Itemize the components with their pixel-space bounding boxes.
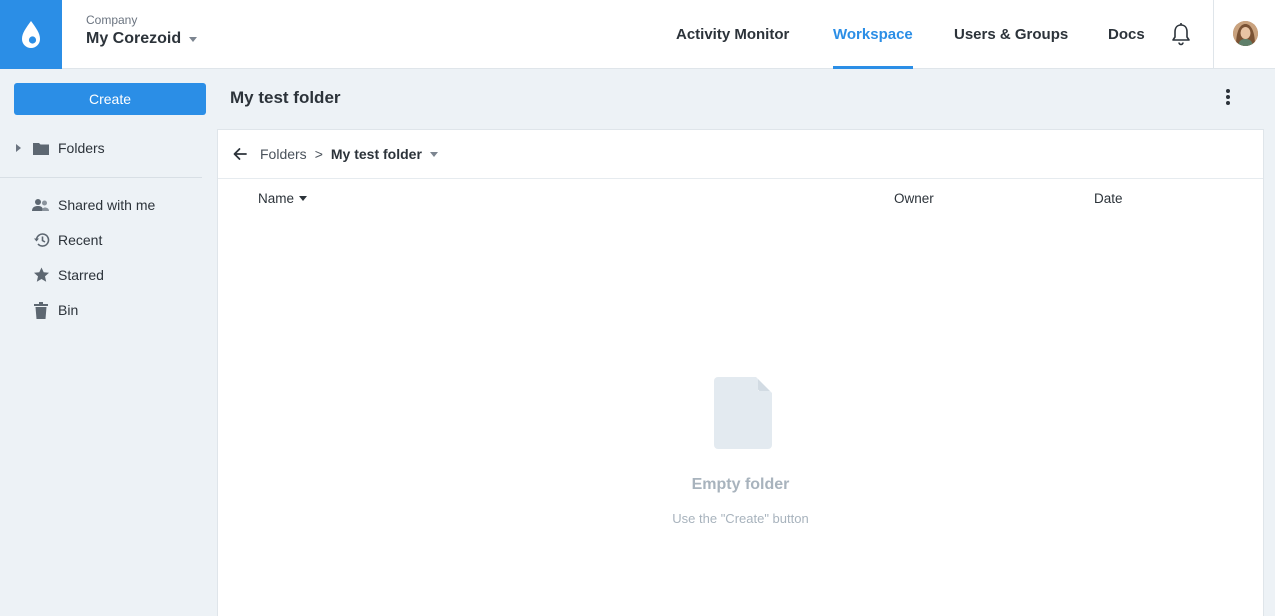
logo-drop-icon — [22, 20, 40, 48]
breadcrumb: Folders > My test folder — [218, 130, 1263, 179]
nav-label: Docs — [1108, 26, 1145, 43]
company-label: Company — [86, 13, 138, 27]
create-button[interactable]: Create — [14, 83, 206, 115]
sidebar-item-label: Folders — [58, 140, 105, 156]
column-header-name[interactable]: Name — [258, 191, 308, 206]
logo[interactable] — [0, 0, 62, 69]
top-header: Company My Corezoid Activity Monitor Wor… — [0, 0, 1275, 69]
sidebar-item-label: Bin — [58, 302, 79, 318]
sidebar-item-folders[interactable]: Folders — [14, 136, 204, 160]
sidebar-item-label: Recent — [58, 232, 103, 248]
chevron-down-icon — [189, 36, 198, 42]
sort-desc-icon — [299, 196, 308, 201]
avatar[interactable] — [1233, 21, 1258, 46]
breadcrumb-current-label: My test folder — [330, 146, 422, 162]
back-button[interactable] — [232, 146, 248, 162]
folder-icon — [32, 139, 50, 157]
sidebar-item-bin[interactable]: Bin — [14, 298, 204, 322]
notifications-button[interactable] — [1170, 22, 1192, 46]
more-dot — [1226, 89, 1230, 93]
company-name: My Corezoid — [86, 30, 182, 47]
trash-icon — [32, 301, 50, 319]
column-header-owner[interactable]: Owner — [894, 191, 934, 206]
users-icon — [32, 196, 50, 214]
empty-state-title: Empty folder — [691, 476, 790, 493]
sidebar-item-shared[interactable]: Shared with me — [14, 193, 204, 217]
page-title: My test folder — [230, 88, 341, 107]
column-label: Date — [1094, 191, 1123, 206]
empty-file-icon — [714, 377, 772, 449]
column-header-date[interactable]: Date — [1094, 191, 1123, 206]
nav-label: Activity Monitor — [676, 26, 790, 43]
sidebar-item-label: Shared with me — [58, 197, 156, 213]
chevron-down-icon — [429, 151, 438, 157]
empty-state-subtitle: Use the "Create" button — [672, 511, 809, 526]
bell-icon — [1172, 23, 1190, 46]
star-icon — [32, 266, 50, 284]
history-icon — [32, 231, 50, 249]
user-photo-icon — [1233, 21, 1258, 46]
breadcrumb-separator: > — [314, 146, 323, 162]
breadcrumb-current[interactable]: My test folder — [331, 146, 438, 162]
nav-docs[interactable]: Docs — [1108, 0, 1145, 69]
sidebar-item-label: Starred — [58, 267, 104, 283]
expand-arrow-icon[interactable] — [16, 144, 21, 152]
sidebar-item-starred[interactable]: Starred — [14, 263, 204, 287]
header-divider — [1213, 0, 1214, 69]
more-dot — [1226, 95, 1230, 99]
nav-users-groups[interactable]: Users & Groups — [954, 0, 1068, 69]
more-options-button[interactable] — [1220, 86, 1236, 108]
sidebar-item-recent[interactable]: Recent — [14, 228, 204, 252]
nav-activity-monitor[interactable]: Activity Monitor — [676, 0, 789, 69]
breadcrumb-root[interactable]: Folders — [260, 146, 307, 162]
folder-content-panel: Folders > My test folder Name Owner Date… — [217, 129, 1264, 616]
more-dot — [1226, 101, 1230, 105]
column-label: Name — [258, 191, 295, 206]
nav-workspace[interactable]: Workspace — [833, 0, 913, 69]
nav-label: Workspace — [833, 26, 913, 43]
nav-label: Users & Groups — [954, 26, 1069, 43]
arrow-left-icon — [233, 148, 247, 160]
company-switcher[interactable]: Company My Corezoid — [86, 13, 198, 48]
company-dropdown[interactable]: My Corezoid — [86, 30, 198, 48]
column-label: Owner — [894, 191, 934, 206]
sidebar-divider — [0, 177, 202, 178]
